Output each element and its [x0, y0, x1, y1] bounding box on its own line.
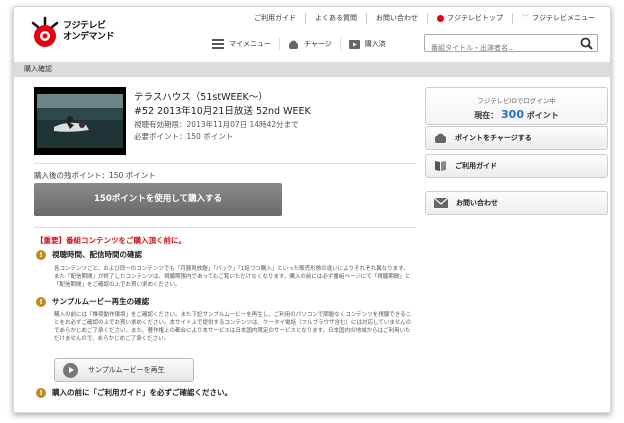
top-nav-faq[interactable]: よくある質問 — [305, 13, 366, 24]
logo-line-2: オンデマンド — [63, 32, 115, 42]
section-sample-text: 購入の前には「推奨動作環境」をご確認ください。また下記サンプルムービーを再生し、… — [54, 312, 412, 342]
guide-button[interactable]: ご利用ガイド — [425, 154, 608, 178]
play-sample-button[interactable]: サンプルムービーを再生 — [54, 358, 194, 382]
search-icon[interactable] — [580, 37, 593, 50]
section-sample-heading: ! サンプルムービー再生の確認 — [36, 296, 149, 307]
play-icon — [63, 362, 78, 378]
logo-line-1: フジテレビ — [63, 21, 106, 31]
logo-text: フジテレビ オンデマンド — [63, 21, 115, 43]
menu-icon — [212, 39, 224, 49]
warning-icon: ! — [36, 387, 46, 398]
purse-icon — [435, 133, 446, 143]
purchase-button[interactable]: 150ポイントを使用して購入する — [34, 183, 282, 216]
login-status: フジテレビIDでログイン中 — [477, 97, 556, 105]
charge-link[interactable]: チャージ — [279, 37, 340, 51]
charge-points-button[interactable]: ポイントをチャージする — [425, 126, 608, 150]
viewing-expiry: 視聴有効期限：2013年11月07日 14時42分まで — [134, 120, 299, 129]
breadcrumb: 購入確認 — [14, 62, 610, 77]
episode-thumbnail — [34, 87, 126, 155]
mail-icon — [434, 198, 448, 208]
book-icon — [435, 161, 446, 171]
fujitv-dot-icon — [437, 15, 444, 22]
remaining-points: 購入後の残ポイント：150 ポイント — [34, 171, 156, 180]
mymenu-link[interactable]: マイメニュー — [204, 37, 279, 51]
search-input[interactable] — [425, 40, 565, 56]
divider — [34, 227, 416, 228]
section-viewing-text: 各コンテンツごと、および同一のコンテンツでも「月額見放題」「パック」「1話づつ購… — [54, 266, 411, 288]
points-value: 300 — [501, 108, 524, 121]
warning-icon: ! — [36, 296, 46, 307]
contact-button[interactable]: お問い合わせ — [425, 191, 608, 215]
required-points: 必要ポイント：150 ポイント — [134, 132, 234, 141]
video-icon — [348, 39, 360, 49]
chevron-down-icon: ﹀ — [522, 14, 529, 22]
top-nav-fujitv-menu[interactable]: ﹀ フジテレビメニュー — [512, 13, 604, 24]
important-notice: 【重要】番組コンテンツをご購入頂く前に。 — [36, 236, 186, 245]
purse-icon — [289, 40, 298, 49]
program-title: テラスハウス（51stWEEK〜） — [134, 92, 268, 103]
section-guide-heading: ! 購入の前に「ご利用ガイド」を必ずご確認ください。 — [36, 387, 232, 398]
page-frame: フジテレビ オンデマンド ご利用ガイド よくある質問 お問い合わせ フジテレビト… — [13, 6, 611, 413]
login-status-box: フジテレビIDでログイン中 現在： 300 ポイント — [425, 87, 608, 125]
site-logo[interactable]: フジテレビ オンデマンド — [30, 15, 115, 49]
top-nav-fujitv-top[interactable]: フジテレビトップ — [427, 13, 512, 24]
top-nav-guide[interactable]: ご利用ガイド — [245, 13, 305, 24]
top-nav: ご利用ガイド よくある質問 お問い合わせ フジテレビトップ ﹀ フジテレビメニュー — [245, 13, 604, 24]
current-points: 現在： 300 ポイント — [474, 108, 559, 121]
warning-icon: ! — [36, 249, 46, 260]
episode-title: #52 2013年10月21日放送 52nd WEEK — [134, 106, 311, 117]
divider — [34, 163, 416, 164]
sub-nav: マイメニュー チャージ 購入済 — [204, 37, 394, 51]
fuji-eye-logo-icon — [30, 15, 60, 49]
top-nav-contact[interactable]: お問い合わせ — [366, 13, 427, 24]
section-viewing-heading: ! 視聴時間、配信時間の確認 — [36, 249, 142, 260]
purchased-link[interactable]: 購入済 — [339, 37, 394, 51]
search-box — [424, 34, 598, 56]
